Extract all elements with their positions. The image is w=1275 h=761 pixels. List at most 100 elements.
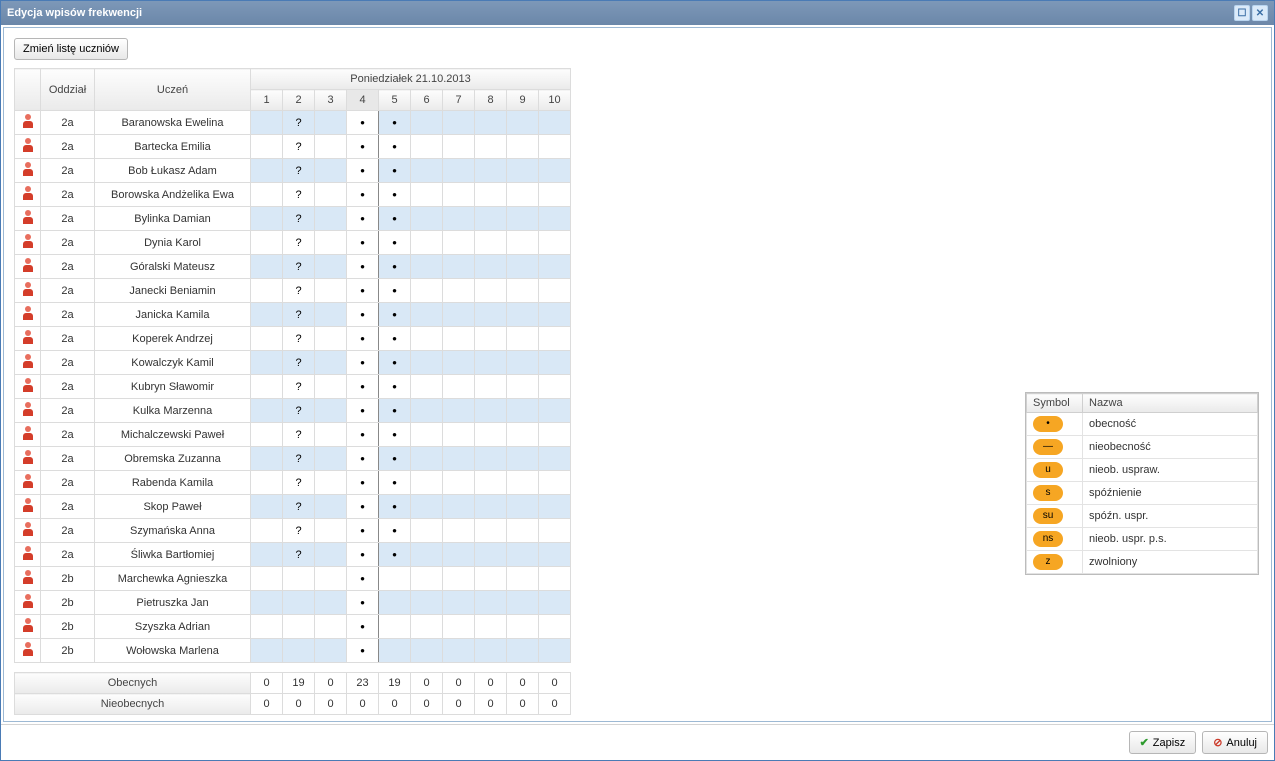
attendance-cell[interactable]	[443, 639, 475, 663]
attendance-cell[interactable]	[411, 303, 443, 327]
attendance-cell[interactable]	[251, 303, 283, 327]
attendance-cell[interactable]	[507, 231, 539, 255]
attendance-cell[interactable]	[411, 543, 443, 567]
attendance-cell[interactable]	[251, 639, 283, 663]
attendance-cell[interactable]	[251, 135, 283, 159]
attendance-cell[interactable]	[315, 567, 347, 591]
attendance-cell[interactable]	[539, 183, 571, 207]
attendance-cell[interactable]	[539, 375, 571, 399]
attendance-cell[interactable]	[475, 615, 507, 639]
attendance-cell[interactable]	[379, 543, 411, 567]
attendance-cell[interactable]	[251, 375, 283, 399]
attendance-cell[interactable]	[283, 231, 315, 255]
attendance-cell[interactable]	[251, 567, 283, 591]
attendance-cell[interactable]	[507, 471, 539, 495]
attendance-cell[interactable]	[411, 471, 443, 495]
attendance-cell[interactable]	[379, 183, 411, 207]
attendance-cell[interactable]	[347, 327, 379, 351]
attendance-cell[interactable]	[283, 135, 315, 159]
attendance-cell[interactable]	[315, 351, 347, 375]
attendance-cell[interactable]	[507, 543, 539, 567]
attendance-cell[interactable]	[347, 495, 379, 519]
attendance-cell[interactable]	[443, 615, 475, 639]
attendance-cell[interactable]	[251, 519, 283, 543]
attendance-cell[interactable]	[379, 447, 411, 471]
attendance-cell[interactable]	[251, 351, 283, 375]
attendance-cell[interactable]	[475, 159, 507, 183]
attendance-cell[interactable]	[411, 111, 443, 135]
header-period-6[interactable]: 6	[411, 90, 443, 111]
header-period-2[interactable]: 2	[283, 90, 315, 111]
attendance-cell[interactable]	[507, 159, 539, 183]
attendance-cell[interactable]	[443, 159, 475, 183]
attendance-cell[interactable]	[539, 447, 571, 471]
attendance-cell[interactable]	[443, 543, 475, 567]
attendance-cell[interactable]	[251, 207, 283, 231]
attendance-cell[interactable]	[347, 567, 379, 591]
attendance-cell[interactable]	[315, 231, 347, 255]
attendance-cell[interactable]	[251, 159, 283, 183]
attendance-cell[interactable]	[411, 519, 443, 543]
attendance-cell[interactable]	[283, 591, 315, 615]
attendance-cell[interactable]	[379, 615, 411, 639]
attendance-cell[interactable]	[315, 423, 347, 447]
header-period-7[interactable]: 7	[443, 90, 475, 111]
attendance-cell[interactable]	[539, 351, 571, 375]
attendance-cell[interactable]	[347, 303, 379, 327]
attendance-cell[interactable]	[411, 639, 443, 663]
attendance-cell[interactable]	[507, 111, 539, 135]
attendance-cell[interactable]	[251, 543, 283, 567]
attendance-cell[interactable]	[539, 519, 571, 543]
attendance-cell[interactable]	[443, 231, 475, 255]
attendance-cell[interactable]	[475, 495, 507, 519]
attendance-cell[interactable]	[475, 423, 507, 447]
attendance-cell[interactable]	[539, 303, 571, 327]
attendance-cell[interactable]	[283, 615, 315, 639]
attendance-cell[interactable]	[347, 279, 379, 303]
attendance-cell[interactable]	[347, 543, 379, 567]
attendance-cell[interactable]	[379, 279, 411, 303]
attendance-cell[interactable]	[539, 567, 571, 591]
attendance-cell[interactable]	[539, 495, 571, 519]
attendance-cell[interactable]	[315, 111, 347, 135]
attendance-cell[interactable]	[411, 135, 443, 159]
attendance-cell[interactable]	[315, 327, 347, 351]
attendance-cell[interactable]	[347, 615, 379, 639]
attendance-cell[interactable]	[475, 399, 507, 423]
header-period-10[interactable]: 10	[539, 90, 571, 111]
attendance-cell[interactable]	[315, 519, 347, 543]
attendance-cell[interactable]	[443, 567, 475, 591]
attendance-cell[interactable]	[411, 567, 443, 591]
attendance-cell[interactable]	[475, 111, 507, 135]
attendance-cell[interactable]	[283, 543, 315, 567]
attendance-cell[interactable]	[443, 351, 475, 375]
attendance-cell[interactable]	[347, 159, 379, 183]
cancel-button[interactable]: ⊘ Anuluj	[1202, 731, 1268, 754]
attendance-cell[interactable]	[507, 303, 539, 327]
attendance-cell[interactable]	[411, 615, 443, 639]
attendance-cell[interactable]	[347, 231, 379, 255]
attendance-cell[interactable]	[315, 303, 347, 327]
attendance-cell[interactable]	[283, 471, 315, 495]
attendance-cell[interactable]	[539, 543, 571, 567]
attendance-cell[interactable]	[315, 183, 347, 207]
attendance-cell[interactable]	[443, 207, 475, 231]
attendance-cell[interactable]	[315, 615, 347, 639]
attendance-cell[interactable]	[379, 591, 411, 615]
attendance-cell[interactable]	[315, 543, 347, 567]
attendance-cell[interactable]	[347, 471, 379, 495]
attendance-cell[interactable]	[411, 327, 443, 351]
attendance-cell[interactable]	[347, 255, 379, 279]
save-button[interactable]: ✔ Zapisz	[1129, 731, 1197, 754]
attendance-cell[interactable]	[507, 351, 539, 375]
attendance-cell[interactable]	[411, 183, 443, 207]
attendance-cell[interactable]	[283, 423, 315, 447]
attendance-cell[interactable]	[251, 471, 283, 495]
attendance-cell[interactable]	[475, 543, 507, 567]
attendance-cell[interactable]	[475, 447, 507, 471]
attendance-cell[interactable]	[251, 399, 283, 423]
attendance-cell[interactable]	[315, 639, 347, 663]
attendance-cell[interactable]	[411, 351, 443, 375]
attendance-cell[interactable]	[507, 255, 539, 279]
attendance-cell[interactable]	[315, 207, 347, 231]
